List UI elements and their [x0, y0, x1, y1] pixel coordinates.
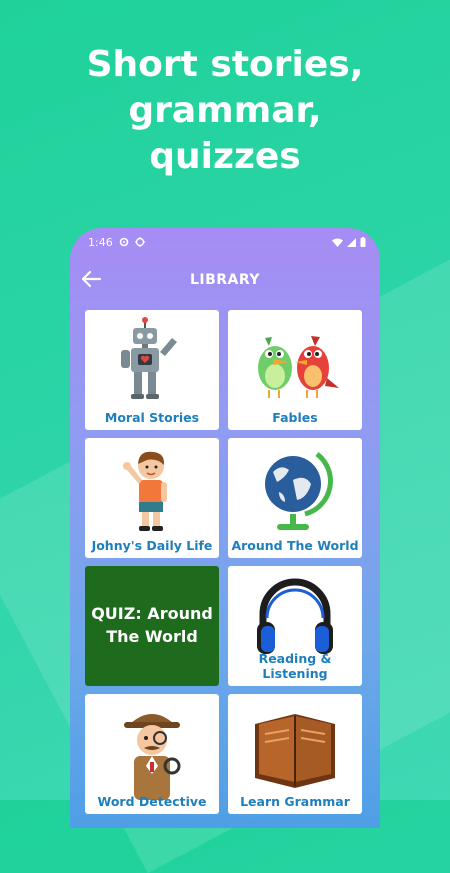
gps-icon — [134, 237, 145, 247]
app-bar: LIBRARY — [70, 256, 380, 304]
card-fables[interactable]: Fables — [228, 310, 362, 430]
status-bar: 1:46 — [70, 228, 380, 256]
boy-icon — [123, 451, 167, 531]
card-johnys-daily-life[interactable]: Johny's Daily Life — [85, 438, 219, 558]
quiz-title-line-2: The World — [106, 627, 198, 646]
wifi-icon — [332, 238, 343, 247]
card-around-the-world[interactable]: Around The World — [228, 438, 362, 558]
card-label: Fables — [272, 410, 318, 425]
status-time: 1:46 — [88, 235, 113, 249]
card-label: Around The World — [231, 538, 359, 553]
promo-headline: Short stories, grammar, quizzes — [0, 42, 450, 180]
card-learn-grammar[interactable]: Learn Grammar — [228, 694, 362, 814]
library-grid: Moral Stories Fables Johny's Daily Life … — [85, 310, 365, 814]
card-moral-stories[interactable]: Moral Stories — [85, 310, 219, 430]
headline-line-1: Short stories, — [86, 44, 364, 85]
card-label: Word Detective — [97, 794, 207, 809]
card-label: Learn Grammar — [240, 794, 350, 809]
card-reading-listening[interactable]: Reading & Listening — [228, 566, 362, 686]
birds-icon — [258, 336, 339, 398]
robot-icon — [121, 317, 177, 399]
headphones-icon — [257, 578, 333, 654]
quiz-title-line-1: QUIZ: Around — [91, 604, 213, 623]
quiz-title: QUIZ: Around The World — [85, 602, 219, 648]
back-arrow-icon[interactable] — [80, 268, 102, 290]
card-label: Reading & Listening — [258, 651, 332, 681]
card-word-detective[interactable]: Word Detective — [85, 694, 219, 814]
headline-line-2: grammar, — [128, 90, 322, 131]
card-label: Johny's Daily Life — [91, 538, 213, 553]
battery-icon — [360, 237, 366, 247]
settings-icon — [119, 237, 129, 247]
card-quiz-around-the-world[interactable]: QUIZ: Around The World — [85, 566, 219, 686]
card-label: Moral Stories — [104, 410, 200, 425]
globe-icon — [265, 452, 333, 530]
signal-icon — [347, 237, 356, 247]
headline-line-3: quizzes — [149, 136, 301, 177]
screen-title: LIBRARY — [189, 272, 261, 288]
phone-screen: 1:46 LIBRARY Moral Stories Fables Johny'… — [70, 228, 380, 828]
book-icon — [255, 714, 335, 788]
